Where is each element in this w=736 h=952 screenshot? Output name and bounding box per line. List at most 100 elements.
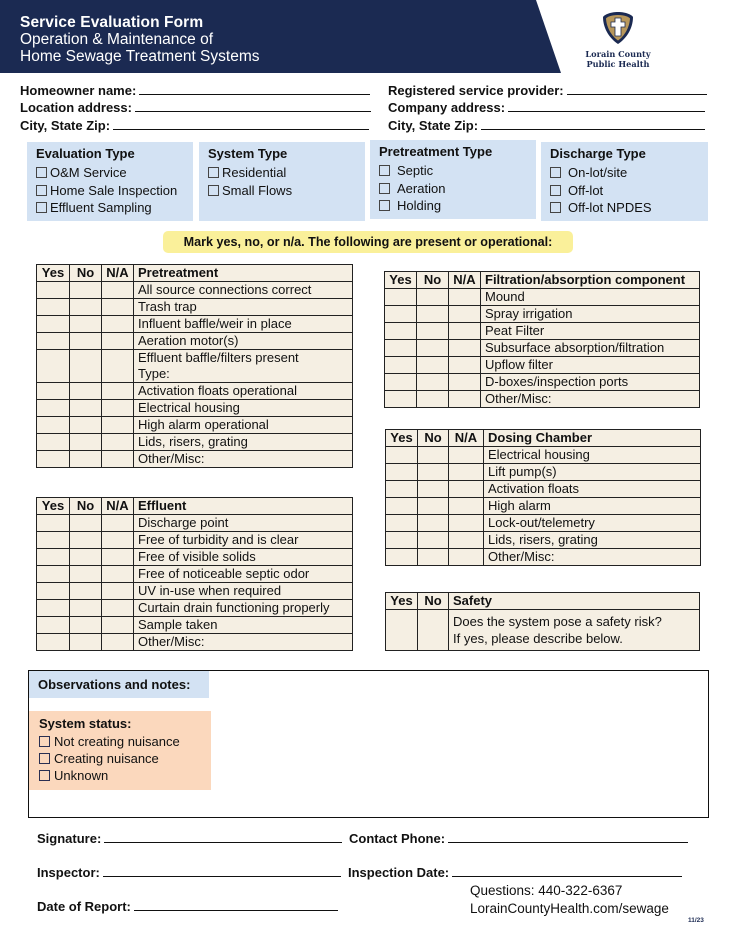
na-cell[interactable] [448,390,481,408]
observations-box[interactable]: Observations and notes: System status: N… [28,670,709,818]
no-cell[interactable] [69,382,102,400]
na-cell[interactable] [101,599,134,617]
yes-cell[interactable] [36,332,70,350]
checkbox[interactable] [36,184,47,196]
na-cell[interactable] [448,446,484,464]
na-cell[interactable] [101,514,134,532]
na-cell[interactable] [101,332,134,350]
na-cell[interactable] [101,349,134,383]
signature-field[interactable]: Signature: [37,831,343,846]
yes-cell[interactable] [36,514,70,532]
website-link[interactable]: LorainCountyHealth.com/sewage [470,900,669,918]
no-cell[interactable] [69,433,102,451]
company-address-field[interactable]: Company address: [388,100,706,116]
na-cell[interactable] [448,463,484,481]
yes-cell[interactable] [385,609,418,651]
system-type-option[interactable]: Residential [208,164,365,182]
checkbox[interactable] [550,167,561,179]
no-cell[interactable] [416,322,449,340]
system-type-option[interactable]: Small Flows [208,182,365,200]
na-cell[interactable] [101,548,134,566]
checkbox[interactable] [550,202,561,214]
pretreatment-type-option[interactable]: Aeration [379,180,536,198]
no-cell[interactable] [416,373,449,391]
discharge-type-option[interactable]: Off-lot NPDES [550,199,708,217]
yes-cell[interactable] [384,305,417,323]
no-cell[interactable] [69,450,102,468]
no-cell[interactable] [69,548,102,566]
no-cell[interactable] [69,399,102,417]
inspector-field[interactable]: Inspector: [37,865,341,880]
checkbox[interactable] [39,753,50,764]
yes-cell[interactable] [36,616,70,634]
no-cell[interactable] [69,616,102,634]
checkbox[interactable] [208,184,219,196]
yes-cell[interactable] [36,382,70,400]
homeowner-name-field[interactable]: Homeowner name: [20,83,371,99]
company-address-line[interactable] [508,100,706,112]
na-cell[interactable] [101,450,134,468]
na-cell[interactable] [101,416,134,434]
checkbox[interactable] [379,165,390,177]
na-cell[interactable] [448,480,484,498]
no-cell[interactable] [69,416,102,434]
yes-cell[interactable] [384,373,417,391]
yes-cell[interactable] [36,298,70,316]
no-cell[interactable] [417,463,449,481]
na-cell[interactable] [448,356,481,374]
na-cell[interactable] [101,531,134,549]
no-cell[interactable] [69,565,102,583]
na-cell[interactable] [101,315,134,333]
no-cell[interactable] [417,548,449,566]
na-cell[interactable] [101,565,134,583]
checkbox[interactable] [379,182,390,194]
no-cell[interactable] [69,349,102,383]
discharge-type-option[interactable]: On-lot/site [550,164,708,182]
registered-provider-line[interactable] [566,83,707,95]
date-of-report-field[interactable]: Date of Report: [37,899,338,914]
na-cell[interactable] [448,497,484,515]
pretreatment-type-option[interactable]: Holding [379,197,536,215]
no-cell[interactable] [417,480,449,498]
no-cell[interactable] [69,298,102,316]
na-cell[interactable] [448,322,481,340]
system-status-option[interactable]: Unknown [39,767,211,784]
no-cell[interactable] [69,633,102,651]
yes-cell[interactable] [385,463,418,481]
na-cell[interactable] [448,531,484,549]
location-address-field[interactable]: Location address: [20,100,371,116]
no-cell[interactable] [69,332,102,350]
inspection-date-line[interactable] [452,865,683,877]
no-cell[interactable] [417,514,449,532]
city-state-zip-line-left[interactable] [113,118,370,130]
na-cell[interactable] [101,616,134,634]
checkbox[interactable] [39,736,50,747]
no-cell[interactable] [417,531,449,549]
yes-cell[interactable] [36,548,70,566]
checkbox[interactable] [36,202,47,214]
yes-cell[interactable] [384,322,417,340]
yes-cell[interactable] [36,349,70,383]
yes-cell[interactable] [385,548,418,566]
yes-cell[interactable] [36,582,70,600]
na-cell[interactable] [448,305,481,323]
yes-cell[interactable] [36,531,70,549]
no-cell[interactable] [416,356,449,374]
no-cell[interactable] [69,531,102,549]
signature-line[interactable] [104,831,343,843]
yes-cell[interactable] [36,416,70,434]
na-cell[interactable] [101,433,134,451]
no-cell[interactable] [416,390,449,408]
discharge-type-option[interactable]: Off-lot [550,182,708,200]
yes-cell[interactable] [384,339,417,357]
yes-cell[interactable] [36,281,70,299]
no-cell[interactable] [69,514,102,532]
no-cell[interactable] [417,609,449,651]
yes-cell[interactable] [385,514,418,532]
na-cell[interactable] [448,514,484,532]
no-cell[interactable] [416,339,449,357]
no-cell[interactable] [416,305,449,323]
checkbox[interactable] [208,167,219,179]
yes-cell[interactable] [36,433,70,451]
inspection-date-field[interactable]: Inspection Date: [348,865,683,880]
